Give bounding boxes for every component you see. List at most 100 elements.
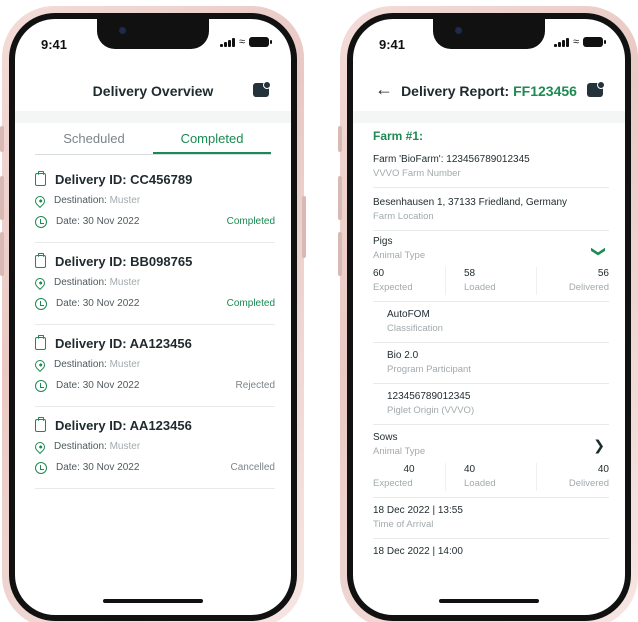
arrival-field: 18 Dec 2022 | 13:55 Time of Arrival bbox=[373, 498, 609, 539]
battery-icon bbox=[583, 37, 606, 47]
report-id: FF123456 bbox=[513, 83, 577, 99]
clock-icon bbox=[35, 379, 47, 392]
program-label: Program Participant bbox=[387, 364, 471, 375]
bezel: 9:41 ≈ Delivery Overview Scheduled Compl… bbox=[9, 13, 297, 621]
delivered-label: Delivered bbox=[568, 478, 609, 489]
location-pin-icon bbox=[32, 193, 48, 208]
sows-counts: 40 Expected 40 Loaded 40 Delivered bbox=[373, 459, 609, 498]
date-value: 30 Nov 2022 bbox=[82, 216, 140, 227]
notch bbox=[433, 19, 545, 49]
status-badge: Completed bbox=[226, 216, 275, 227]
location-pin-icon bbox=[32, 357, 48, 372]
tab-bar: Scheduled Completed bbox=[35, 127, 271, 155]
delivery-id: Delivery ID: BB098765 bbox=[55, 254, 193, 269]
expected-label: Expected bbox=[373, 478, 413, 489]
location-label: Farm Location bbox=[373, 211, 434, 222]
phone-overview: 9:41 ≈ Delivery Overview Scheduled Compl… bbox=[0, 6, 306, 622]
arrival-label: Time of Arrival bbox=[373, 519, 434, 530]
classification-value: AutoFOM bbox=[387, 309, 430, 320]
wifi-icon: ≈ bbox=[238, 36, 245, 48]
inbox-icon[interactable] bbox=[253, 81, 271, 97]
expected-value: 60 bbox=[373, 268, 385, 279]
destination-value: Muster bbox=[109, 441, 141, 452]
tab-scheduled[interactable]: Scheduled bbox=[35, 127, 153, 154]
chevron-down-icon[interactable]: ❯ bbox=[591, 246, 608, 258]
header-divider bbox=[15, 111, 291, 123]
destination-label: Destination: bbox=[54, 359, 107, 370]
loaded-value: 40 bbox=[464, 464, 476, 475]
animal-type-label: Animal Type bbox=[373, 250, 426, 261]
destination-value: Muster bbox=[109, 359, 141, 370]
vvvo-field: Farm 'BioFarm': 123456789012345 VVVO Far… bbox=[373, 149, 609, 188]
loaded-label: Loaded bbox=[464, 478, 496, 489]
location-pin-icon bbox=[32, 439, 48, 454]
phone-button bbox=[302, 196, 306, 258]
notch bbox=[97, 19, 209, 49]
page-title: Delivery Report: FF123456 bbox=[401, 83, 577, 99]
departure-value: 18 Dec 2022 | 14:00 bbox=[373, 546, 463, 557]
date-label: Date: bbox=[56, 298, 80, 309]
status-time: 9:41 bbox=[379, 37, 406, 52]
camera-icon bbox=[119, 27, 126, 34]
clock-icon bbox=[35, 461, 47, 474]
delivered-value: 56 bbox=[597, 268, 609, 279]
phone-report: 9:41 ≈ ← Delivery Report: FF123456 Farm … bbox=[338, 6, 638, 622]
page-title: Delivery Overview bbox=[92, 83, 214, 99]
program-field: Bio 2.0 Program Participant bbox=[373, 343, 609, 384]
phone-button bbox=[0, 232, 4, 276]
loaded-value: 58 bbox=[464, 268, 476, 279]
location-field: Besenhausen 1, 37133 Friedland, Germany … bbox=[373, 188, 609, 231]
home-indicator[interactable] bbox=[439, 599, 539, 603]
status-time: 9:41 bbox=[41, 37, 68, 52]
phone-button bbox=[0, 126, 4, 152]
status-badge: Completed bbox=[226, 298, 275, 309]
tab-completed[interactable]: Completed bbox=[153, 127, 271, 154]
chevron-right-icon[interactable]: ❯ bbox=[593, 437, 605, 454]
date-value: 30 Nov 2022 bbox=[82, 380, 140, 391]
destination-value: Muster bbox=[109, 195, 141, 206]
animal-type-value: Pigs bbox=[373, 236, 393, 247]
origin-label: Piglet Origin (VVVO) bbox=[387, 405, 475, 416]
date-label: Date: bbox=[56, 380, 80, 391]
home-indicator[interactable] bbox=[103, 599, 203, 603]
phone-button bbox=[338, 126, 342, 152]
destination-label: Destination: bbox=[54, 277, 107, 288]
program-value: Bio 2.0 bbox=[387, 350, 419, 361]
arrival-value: 18 Dec 2022 | 13:55 bbox=[373, 505, 463, 516]
clipboard-icon bbox=[35, 253, 46, 268]
clipboard-icon bbox=[35, 171, 46, 186]
report-title-prefix: Delivery Report: bbox=[401, 83, 514, 99]
screen-overview: 9:41 ≈ Delivery Overview Scheduled Compl… bbox=[15, 19, 291, 615]
date-label: Date: bbox=[56, 216, 80, 227]
animal-type-label: Animal Type bbox=[373, 446, 426, 457]
destination-label: Destination: bbox=[54, 195, 107, 206]
origin-field: 123456789012345 Piglet Origin (VVVO) bbox=[373, 384, 609, 425]
status-icons: ≈ bbox=[553, 37, 606, 48]
camera-icon bbox=[455, 27, 462, 34]
delivery-card[interactable]: Delivery ID: AA123456 Destination: Muste… bbox=[32, 325, 275, 407]
status-badge: Cancelled bbox=[230, 462, 275, 473]
clock-icon bbox=[35, 297, 47, 310]
clipboard-icon bbox=[35, 335, 46, 350]
inbox-icon[interactable] bbox=[587, 81, 605, 97]
pigs-section[interactable]: Pigs Animal Type ❯ bbox=[373, 231, 609, 263]
date-value: 30 Nov 2022 bbox=[82, 298, 140, 309]
classification-label: Classification bbox=[387, 323, 443, 334]
sows-section[interactable]: Sows Animal Type ❯ bbox=[373, 425, 609, 459]
delivery-card[interactable]: Delivery ID: AA123456 Destination: Muste… bbox=[32, 407, 275, 489]
farm-heading: Farm #1: bbox=[373, 129, 424, 143]
back-arrow-icon[interactable]: ← bbox=[375, 79, 393, 100]
pigs-counts: 60 Expected 58 Loaded 56 Delivered bbox=[373, 263, 609, 302]
animal-type-value: Sows bbox=[373, 432, 398, 443]
classification-field: AutoFOM Classification bbox=[373, 302, 609, 343]
loaded-label: Loaded bbox=[464, 282, 496, 293]
delivery-card[interactable]: Delivery ID: CC456789 Destination: Muste… bbox=[32, 161, 275, 243]
destination-label: Destination: bbox=[54, 441, 107, 452]
phone-button bbox=[0, 176, 4, 220]
location-value: Besenhausen 1, 37133 Friedland, Germany bbox=[373, 197, 568, 208]
battery-icon bbox=[249, 37, 272, 47]
bezel: 9:41 ≈ ← Delivery Report: FF123456 Farm … bbox=[347, 13, 631, 621]
delivery-card[interactable]: Delivery ID: BB098765 Destination: Muste… bbox=[32, 243, 275, 325]
phone-button bbox=[338, 232, 342, 276]
screen-report: 9:41 ≈ ← Delivery Report: FF123456 Farm … bbox=[353, 19, 625, 615]
